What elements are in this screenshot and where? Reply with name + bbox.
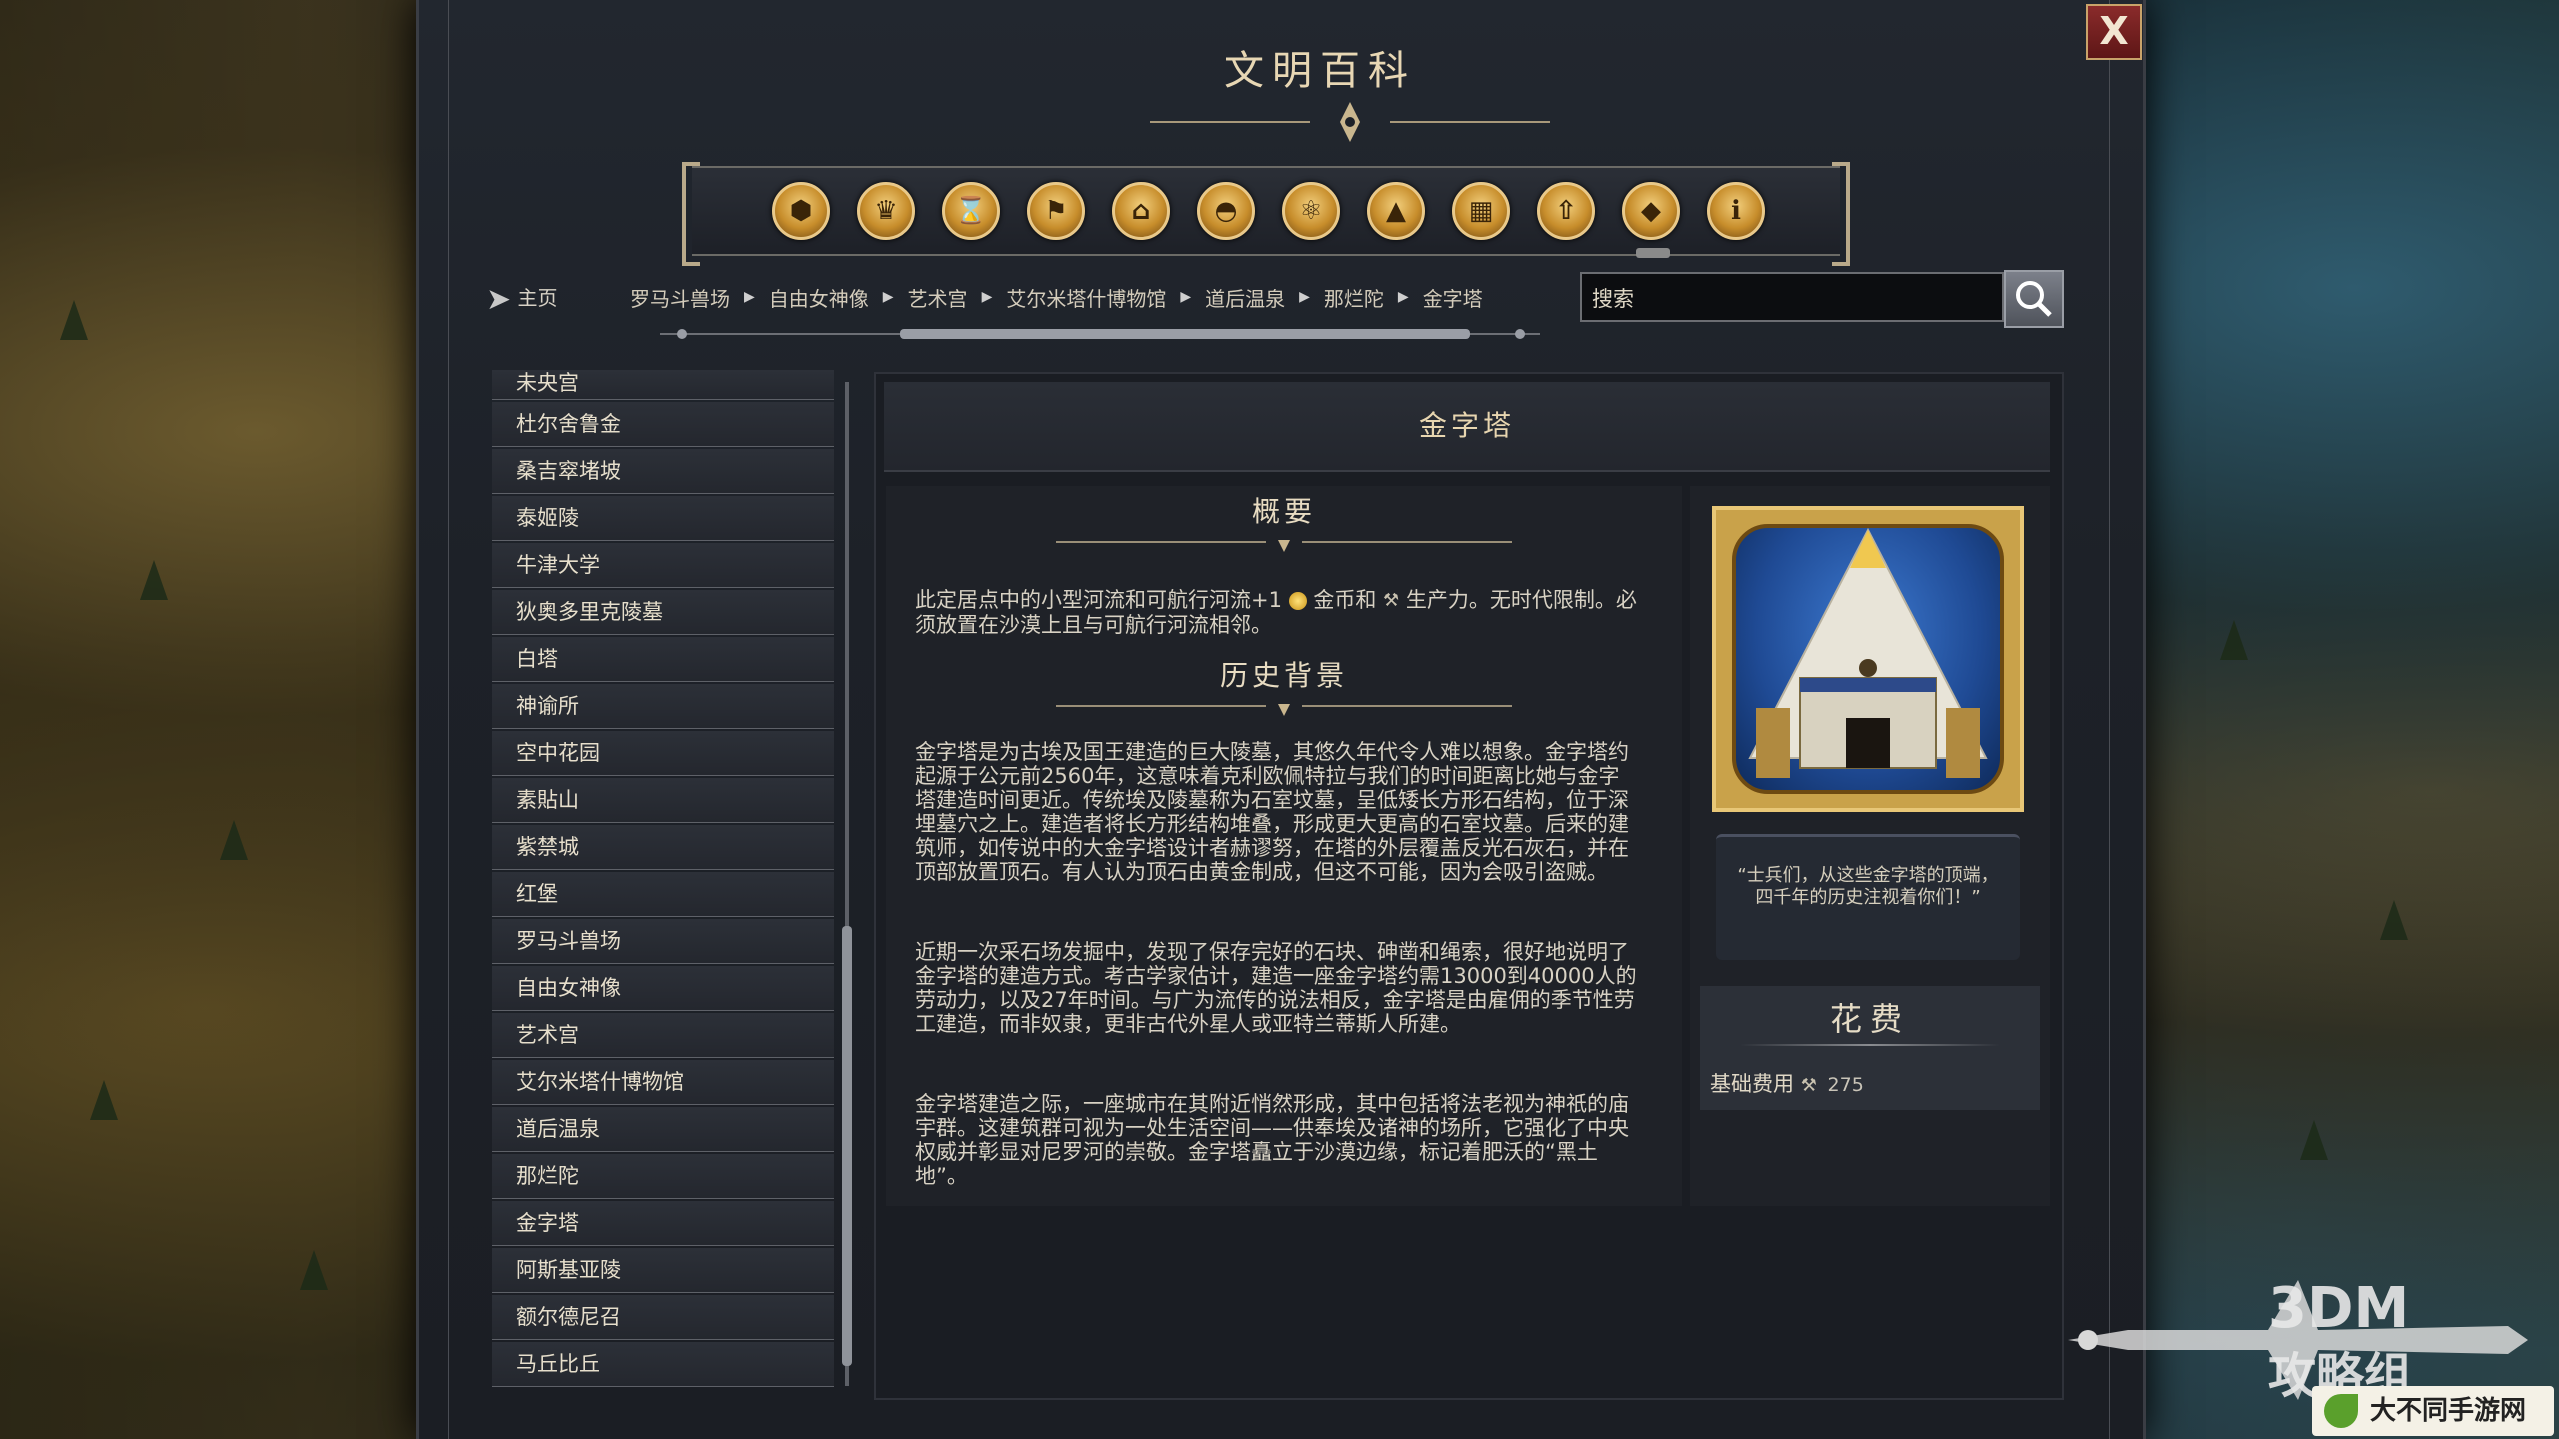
- cost-heading: 花费: [1829, 1000, 1910, 1038]
- flag-icon[interactable]: ⚑: [1027, 182, 1085, 240]
- breadcrumb-separator-icon: ▶: [1299, 289, 1310, 305]
- history-paragraph: 金字塔建造之际，一座城市在其附近悄然形成，其中包括将法老视为神祇的庙宇群。这建筑…: [915, 1092, 1629, 1188]
- overview-ornament: [1056, 540, 1512, 552]
- site-badge: 大不同手游网: [2312, 1386, 2554, 1436]
- breadcrumb-separator-icon: ▶: [981, 289, 993, 305]
- bar-bracket-left: [682, 162, 700, 266]
- info-icon[interactable]: ℹ: [1707, 182, 1765, 240]
- list-item[interactable]: 阿斯基亚陵: [492, 1248, 834, 1293]
- home-label: 主页: [517, 286, 558, 310]
- map-tree: [2300, 1120, 2328, 1160]
- list-item[interactable]: 额尔德尼召: [492, 1295, 834, 1340]
- breadcrumb-item[interactable]: 道后温泉: [1205, 283, 1285, 312]
- production-hammer-icon: ⚒: [1383, 590, 1400, 611]
- scrollbar-thumb[interactable]: [842, 926, 852, 1366]
- list-item[interactable]: 白塔: [492, 637, 834, 682]
- buildings-icon[interactable]: ▦: [1452, 182, 1510, 240]
- breadcrumb: 罗马斗兽场 ▶ 自由女神像 ▶ 艺术宫 ▶ 艾尔米塔什博物馆 ▶ 道后温泉 ▶ 那烂陀 ▶ 金字塔: [630, 282, 1483, 312]
- back-arrow-icon: ➤: [486, 282, 512, 317]
- mountains-icon[interactable]: ▲: [1367, 182, 1425, 240]
- breadcrumb-item[interactable]: 艾尔米塔什博物馆: [1006, 283, 1166, 312]
- history-paragraph: 近期一次采石场发掘中，发现了保存完好的石块、砷凿和绳索，很好地说明了金字塔的建造…: [915, 940, 1637, 1036]
- list-item[interactable]: 空中花园: [492, 731, 834, 776]
- breadcrumb-separator-icon: ▶: [1397, 289, 1409, 305]
- base-cost-row: 基础费用 ⚒ 275: [1710, 1068, 1864, 1098]
- list-item[interactable]: 红堡: [492, 872, 834, 917]
- list-item[interactable]: 狄奥多里克陵墓: [492, 590, 834, 635]
- list-item[interactable]: 神谕所: [492, 684, 834, 729]
- overview-text-part: 此定居点中的小型河流和可航行河流+1: [915, 588, 1282, 612]
- map-tree: [140, 560, 168, 600]
- dome-icon[interactable]: ◓: [1197, 182, 1255, 240]
- site-name: 大不同手游网: [2370, 1396, 2527, 1426]
- list-item[interactable]: 泰姬陵: [492, 496, 834, 541]
- entry-list: 未央宫 杜尔舍鲁金 桑吉窣堵坡 泰姬陵 牛津大学 狄奥多里克陵墓 白塔 神谕所 空中花园 素貼山紫…: [492, 370, 834, 1389]
- map-tree: [2220, 620, 2248, 660]
- breadcrumb-separator-icon: ▶: [744, 289, 755, 305]
- list-item[interactable]: 金字塔: [492, 1201, 834, 1246]
- hourglass-icon[interactable]: ⌛: [942, 182, 1000, 240]
- article-title: 金字塔: [884, 382, 2050, 472]
- pyramid-icon: [1748, 528, 1988, 778]
- breadcrumb-item[interactable]: 艺术宫: [908, 283, 968, 312]
- map-tree: [220, 820, 248, 860]
- list-item[interactable]: 马丘比丘: [492, 1342, 834, 1387]
- upgrade-arrow-icon[interactable]: ⇧: [1537, 182, 1595, 240]
- breadcrumb-item[interactable]: 罗马斗兽场: [630, 283, 730, 312]
- atom-icon[interactable]: ⚛: [1282, 182, 1340, 240]
- temple-icon[interactable]: ⌂: [1112, 182, 1170, 240]
- history-heading: 历史背景: [1219, 659, 1348, 692]
- map-tree: [300, 1250, 328, 1290]
- home-link[interactable]: ➤ 主页: [486, 282, 558, 317]
- bar-bracket-right: [1832, 162, 1850, 266]
- quote-box: “士兵们，从这些金字塔的顶端，四千年的历史注视着你们！”: [1716, 834, 2020, 960]
- history-ornament: [1056, 704, 1512, 716]
- search-button[interactable]: [2004, 270, 2064, 328]
- list-item[interactable]: 桑吉窣堵坡: [492, 449, 834, 494]
- list-item[interactable]: 艺术宫: [492, 1013, 834, 1058]
- goblet-icon[interactable]: ♛: [857, 182, 915, 240]
- breadcrumb-item[interactable]: 那烂陀: [1324, 283, 1384, 312]
- gold-coin-icon: [1288, 592, 1307, 610]
- leaf-logo-icon: [2324, 1394, 2358, 1428]
- list-item[interactable]: 艾尔米塔什博物馆: [492, 1060, 834, 1105]
- pyramid-portrait: [1712, 506, 2024, 812]
- list-item[interactable]: 素貼山: [492, 778, 834, 823]
- search-input[interactable]: 搜索: [1580, 272, 2004, 322]
- breadcrumb-item[interactable]: 金字塔: [1423, 283, 1483, 312]
- breadcrumb-scrollbar[interactable]: [660, 326, 1540, 342]
- list-item[interactable]: 罗马斗兽场: [492, 919, 834, 964]
- base-cost-value: 275: [1827, 1074, 1864, 1096]
- history-paragraph: 金字塔是为古埃及国王建造的巨大陵墓，其悠久年代令人难以想象。金字塔约起源于公元前…: [915, 740, 1629, 884]
- close-button[interactable]: X: [2086, 4, 2142, 60]
- overview-text: 此定居点中的小型河流和可航行河流+1 金币和 ⚒ 生产力。无时代限制。必须放置在…: [915, 588, 1637, 637]
- overview-heading: 概要: [1251, 495, 1316, 528]
- list-scrollbar[interactable]: [840, 368, 854, 1400]
- map-tree: [60, 300, 88, 340]
- pyramid-image: [1732, 524, 2004, 794]
- breadcrumb-separator-icon: ▶: [882, 289, 894, 305]
- page-title: 文明百科: [1224, 48, 1416, 94]
- category-selected-indicator: [1636, 248, 1670, 258]
- units-icon[interactable]: ⬢: [772, 182, 830, 240]
- breadcrumb-item[interactable]: 自由女神像: [769, 283, 869, 312]
- overview-text-part: 金币和: [1313, 588, 1377, 612]
- search-icon: [2016, 281, 2052, 317]
- list-item[interactable]: 自由女神像: [492, 966, 834, 1011]
- map-tree: [2380, 900, 2408, 940]
- base-cost-label: 基础费用: [1710, 1072, 1794, 1096]
- map-tree: [90, 1080, 118, 1120]
- list-item[interactable]: 紫禁城: [492, 825, 834, 870]
- list-item[interactable]: 道后温泉: [492, 1107, 834, 1152]
- breadcrumb-separator-icon: ▶: [1180, 289, 1192, 305]
- cost-divider: [1740, 1044, 2000, 1046]
- watermark-line1: 3DM: [2268, 1276, 2410, 1341]
- book-icon[interactable]: ◆: [1622, 182, 1680, 240]
- production-hammer-icon: ⚒: [1800, 1074, 1817, 1096]
- title-ornament: [1150, 102, 1550, 142]
- list-item[interactable]: 那烂陀: [492, 1154, 834, 1199]
- list-item[interactable]: 牛津大学: [492, 543, 834, 588]
- list-item[interactable]: 杜尔舍鲁金: [492, 402, 834, 447]
- list-item[interactable]: 未央宫: [492, 370, 834, 400]
